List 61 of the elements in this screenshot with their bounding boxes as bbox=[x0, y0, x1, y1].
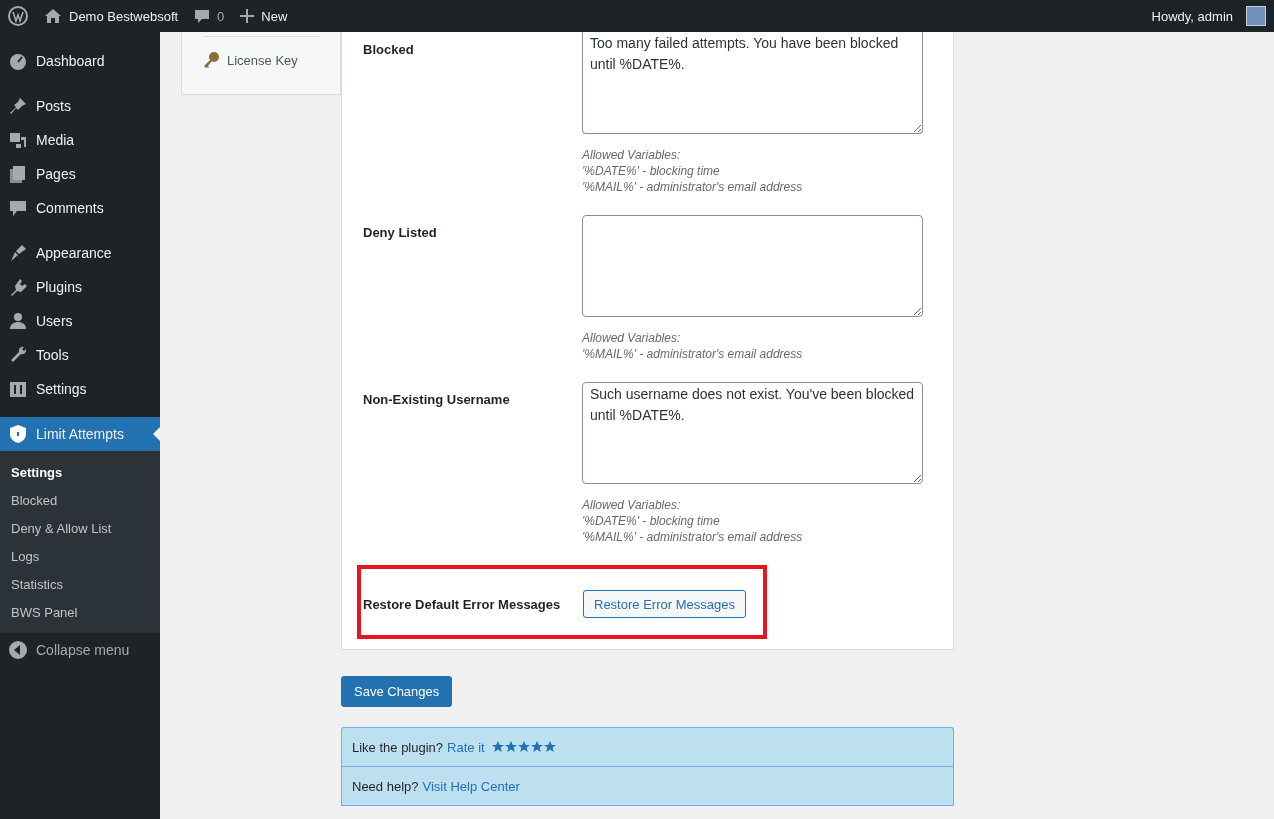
submenu-item[interactable]: Blocked bbox=[0, 486, 160, 514]
comment-icon bbox=[194, 8, 211, 24]
field-label: Restore Default Error Messages bbox=[363, 596, 562, 612]
submenu-item[interactable]: Deny & Allow List bbox=[0, 514, 160, 542]
sidebar-item[interactable]: Limit Attempts bbox=[0, 417, 160, 451]
sidebar-item[interactable]: Appearance bbox=[0, 236, 160, 270]
submenu-item[interactable]: Settings bbox=[0, 458, 160, 486]
menu-icon bbox=[8, 96, 28, 116]
new-link[interactable]: New bbox=[240, 8, 288, 24]
site-link[interactable]: Demo Bestwebsoft bbox=[44, 8, 179, 24]
menu-icon bbox=[8, 164, 28, 184]
menu-icon bbox=[8, 311, 28, 331]
sidebar-item[interactable]: Media bbox=[0, 123, 160, 157]
license-key-tab[interactable]: License Key bbox=[182, 37, 340, 83]
menu-icon bbox=[8, 51, 28, 71]
message-field[interactable]: Such username does not exist. You've been blocked until %DATE%. bbox=[582, 382, 923, 484]
sidebar-item[interactable]: Pages bbox=[0, 157, 160, 191]
comments-link[interactable]: 0 bbox=[194, 8, 225, 24]
avatar-icon bbox=[1246, 6, 1266, 26]
restore-button[interactable]: Restore Error Messages bbox=[583, 590, 746, 618]
rating-stars[interactable] bbox=[491, 741, 556, 753]
hint-text: Allowed Variables: '%DATE%' - blocking time '%MAIL%' - administrator's email address bbox=[582, 147, 804, 195]
menu-icon bbox=[8, 198, 28, 218]
home-icon bbox=[44, 8, 62, 24]
star-icon bbox=[504, 741, 517, 753]
menu-icon bbox=[8, 379, 28, 399]
star-icon bbox=[530, 741, 543, 753]
star-icon bbox=[543, 741, 556, 753]
submenu-item[interactable]: BWS Panel bbox=[0, 598, 160, 626]
sidebar-item[interactable]: Plugins bbox=[0, 270, 160, 304]
field-label: Blocked bbox=[363, 41, 415, 59]
star-icon bbox=[517, 741, 530, 753]
hint-text: Allowed Variables: '%MAIL%' - administrator's email address bbox=[582, 330, 804, 362]
account-menu[interactable]: Howdy, admin bbox=[1151, 6, 1266, 26]
submenu-item[interactable]: Statistics bbox=[0, 570, 160, 598]
menu-icon bbox=[8, 424, 28, 444]
field-label: Deny Listed bbox=[363, 224, 438, 242]
info-link[interactable]: Visit Help Center bbox=[422, 778, 520, 794]
info-text: Like the plugin? bbox=[352, 739, 444, 755]
sidebar-item[interactable]: Settings bbox=[0, 372, 160, 406]
collapse-menu-button[interactable]: Collapse menu bbox=[0, 633, 160, 667]
info-text: Need help? bbox=[352, 778, 419, 794]
star-icon bbox=[491, 741, 504, 753]
sidebar-item[interactable]: Tools bbox=[0, 338, 160, 372]
collapse-icon bbox=[8, 640, 28, 660]
key-icon bbox=[202, 51, 220, 69]
menu-icon bbox=[8, 130, 28, 150]
submenu-item[interactable]: Logs bbox=[0, 542, 160, 570]
sidebar-item[interactable]: Dashboard bbox=[0, 44, 160, 78]
sidebar-item[interactable]: Posts bbox=[0, 89, 160, 123]
info-link[interactable]: Rate it bbox=[447, 739, 485, 755]
message-field[interactable]: Too many failed attempts. You have been blocked until %DATE%. bbox=[582, 32, 923, 134]
message-field[interactable] bbox=[582, 215, 923, 317]
field-label: Non-Existing Username bbox=[363, 391, 511, 409]
plus-icon bbox=[240, 9, 255, 23]
sidebar-item[interactable]: Comments bbox=[0, 191, 160, 225]
menu-icon bbox=[8, 243, 28, 263]
wordpress-logo-icon[interactable] bbox=[8, 6, 28, 26]
sidebar-item[interactable]: Users bbox=[0, 304, 160, 338]
save-button[interactable]: Save Changes bbox=[341, 676, 453, 707]
hint-text: Allowed Variables: '%DATE%' - blocking time '%MAIL%' - administrator's email address bbox=[582, 497, 804, 545]
